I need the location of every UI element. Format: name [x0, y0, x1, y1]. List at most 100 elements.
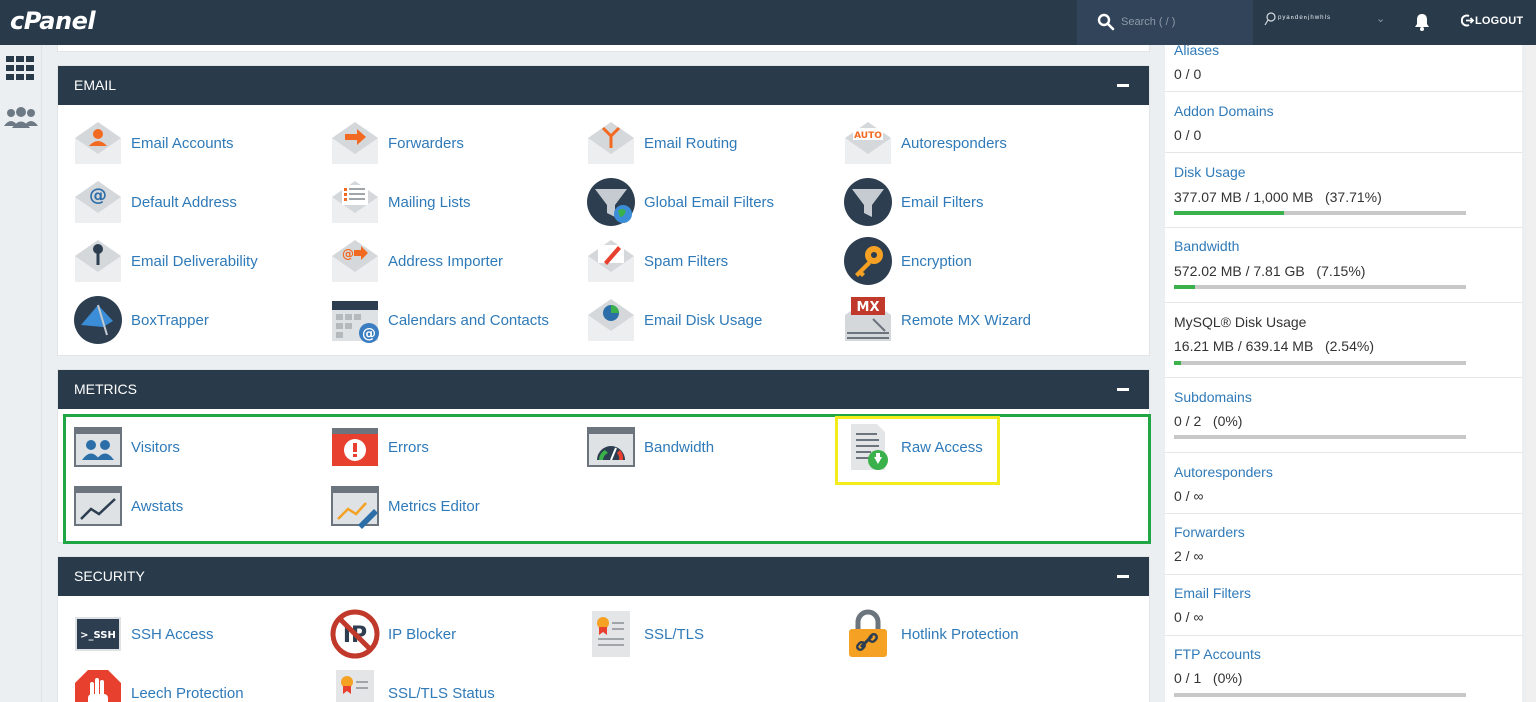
stat-value: 0 / 0 — [1174, 66, 1202, 82]
progress-fill — [1174, 211, 1285, 215]
leech-protection-icon — [75, 670, 121, 702]
search-box[interactable] — [1077, 0, 1253, 45]
stat-name[interactable]: Autoresponders — [1174, 464, 1273, 480]
security-panel-title: SECURITY — [74, 568, 145, 584]
email-panel-header[interactable]: EMAIL — [58, 66, 1149, 105]
remote-mx-wizard-icon: MX — [845, 297, 891, 341]
stat-addon-domains: Addon Domains 0 / 0 — [1165, 92, 1522, 153]
stat-subdomains: Subdomains 0 / 2 (0%) — [1165, 378, 1522, 453]
ssl-tls-link[interactable]: SSL/TLS — [571, 609, 821, 661]
hotlink-protection-link[interactable]: Hotlink Protection — [828, 609, 1078, 661]
encryption-icon — [844, 237, 892, 285]
progress-fill — [1174, 361, 1182, 365]
stat-name[interactable]: Aliases — [1174, 42, 1219, 58]
stats-sidebar: Aliases 0 / 0 Addon Domains 0 / 0 Disk U… — [1165, 42, 1522, 702]
logout-button[interactable]: LOGOUT — [1449, 0, 1536, 45]
address-importer-icon: @ — [332, 240, 378, 282]
stat-name[interactable]: Subdomains — [1174, 389, 1252, 405]
scrollbar[interactable] — [1526, 45, 1536, 702]
ssl-tls-status-icon — [336, 670, 374, 702]
security-panel: SECURITY >_SSH SSH Access IP IP Blocker … — [57, 556, 1150, 702]
stat-name: MySQL® Disk Usage — [1174, 314, 1307, 330]
previous-panel-edge — [57, 45, 1150, 52]
disk-usage-progress — [1174, 211, 1466, 215]
left-rail — [0, 45, 42, 702]
autoresponders-link[interactable]: AUTO Autoresponders — [828, 118, 1078, 170]
stat-ftp-accounts: FTP Accounts 0 / 1 (0%) — [1165, 636, 1522, 702]
leech-protection-link[interactable]: Leech Protection — [58, 668, 308, 702]
bell-icon[interactable] — [1411, 11, 1433, 33]
stat-mysql-disk-usage: MySQL® Disk Usage 16.21 MB / 639.14 MB (… — [1165, 303, 1522, 378]
collapse-icon[interactable] — [1117, 575, 1129, 578]
stat-name[interactable]: Email Filters — [1174, 585, 1251, 601]
ip-blocker-link[interactable]: IP IP Blocker — [315, 609, 565, 661]
ssl-tls-status-link[interactable]: SSL/TLS Status — [315, 668, 565, 702]
ssh-access-link[interactable]: >_SSH SSH Access — [58, 609, 308, 661]
email-routing-link[interactable]: Email Routing — [571, 118, 821, 170]
progress-fill — [1174, 285, 1195, 289]
stat-bandwidth: Bandwidth 572.02 MB / 7.81 GB (7.15%) — [1165, 228, 1522, 303]
mailing-lists-link[interactable]: Mailing Lists — [315, 177, 565, 229]
user-menu[interactable]: ᵖʸᵃⁿᵈᵉⁿʲʰʷʰˡˢ ⌄ — [1264, 10, 1394, 34]
chevron-down-icon: ⌄ — [1376, 13, 1386, 25]
username: ᵖʸᵃⁿᵈᵉⁿʲʰʷʰˡˢ — [1278, 13, 1332, 23]
address-importer-link[interactable]: @ Address Importer — [315, 236, 565, 288]
email-filters-link[interactable]: Email Filters — [828, 177, 1078, 229]
email-accounts-link[interactable]: Email Accounts — [58, 118, 308, 170]
email-disk-usage-link[interactable]: Email Disk Usage — [571, 295, 821, 347]
stat-name[interactable]: Bandwidth — [1174, 238, 1239, 254]
calendars-contacts-link[interactable]: @ Calendars and Contacts — [315, 295, 565, 347]
top-bar: cPanel ᵖʸᵃⁿᵈᵉⁿʲʰʷʰˡˢ ⌄ LOGOUT — [0, 0, 1536, 45]
stat-autoresponders: Autoresponders 0 / ∞ — [1165, 453, 1522, 514]
ssl-tls-icon — [592, 611, 630, 657]
autoresponders-icon: AUTO — [845, 122, 891, 164]
svg-text:@: @ — [89, 185, 107, 206]
bandwidth-progress — [1174, 285, 1466, 289]
ssh-access-icon: >_SSH — [75, 617, 121, 651]
calendars-contacts-icon: @ — [332, 301, 379, 343]
stat-name[interactable]: Disk Usage — [1174, 164, 1246, 180]
stat-value: 16.21 MB / 639.14 MB (2.54%) — [1174, 338, 1374, 354]
svg-text:AUTO: AUTO — [854, 131, 882, 141]
remote-mx-wizard-link[interactable]: MX Remote MX Wizard — [828, 295, 1078, 347]
default-address-link[interactable]: @ Default Address — [58, 177, 308, 229]
logout-icon — [1461, 14, 1474, 27]
stat-name[interactable]: Forwarders — [1174, 524, 1245, 540]
stat-value: 0 / 2 (0%) — [1174, 413, 1243, 429]
metrics-panel-header[interactable]: METRICS — [58, 370, 1149, 409]
forwarders-icon — [332, 122, 378, 164]
search-icon — [1097, 13, 1115, 31]
spam-filters-icon — [588, 240, 634, 282]
collapse-icon[interactable] — [1117, 388, 1129, 391]
encryption-link[interactable]: Encryption — [828, 236, 1078, 288]
svg-text:@: @ — [362, 326, 376, 342]
hotlink-protection-icon — [849, 609, 887, 657]
subdomains-progress — [1174, 435, 1466, 439]
svg-text:MX: MX — [857, 300, 880, 315]
grid-icon[interactable] — [6, 56, 34, 80]
stat-name[interactable]: FTP Accounts — [1174, 646, 1261, 662]
email-panel-title: EMAIL — [74, 77, 117, 93]
stat-forwarders: Forwarders 2 / ∞ — [1165, 514, 1522, 575]
stat-value: 0 / 1 (0%) — [1174, 670, 1243, 686]
collapse-icon[interactable] — [1117, 84, 1129, 87]
raw-access-highlight-box — [835, 416, 1000, 485]
email-panel: EMAIL Email Accounts Forwarders Email Ro… — [57, 65, 1150, 356]
mysql-progress — [1174, 361, 1466, 365]
email-deliverability-icon — [75, 240, 121, 282]
stat-name[interactable]: Addon Domains — [1174, 103, 1274, 119]
search-input[interactable] — [1121, 11, 1245, 33]
email-deliverability-link[interactable]: Email Deliverability — [58, 236, 308, 288]
users-icon[interactable] — [3, 107, 39, 129]
stat-value: 2 / ∞ — [1174, 548, 1204, 564]
stat-value: 0 / ∞ — [1174, 609, 1204, 625]
stat-value: 0 / 0 — [1174, 127, 1202, 143]
spam-filters-link[interactable]: Spam Filters — [571, 236, 821, 288]
boxtrapper-link[interactable]: BoxTrapper — [58, 295, 308, 347]
forwarders-link[interactable]: Forwarders — [315, 118, 565, 170]
svg-text:@: @ — [342, 247, 354, 261]
security-panel-header[interactable]: SECURITY — [58, 557, 1149, 596]
global-email-filters-link[interactable]: Global Email Filters — [571, 177, 821, 229]
cpanel-logo[interactable]: cPanel — [10, 7, 96, 35]
logout-label: LOGOUT — [1475, 15, 1524, 27]
